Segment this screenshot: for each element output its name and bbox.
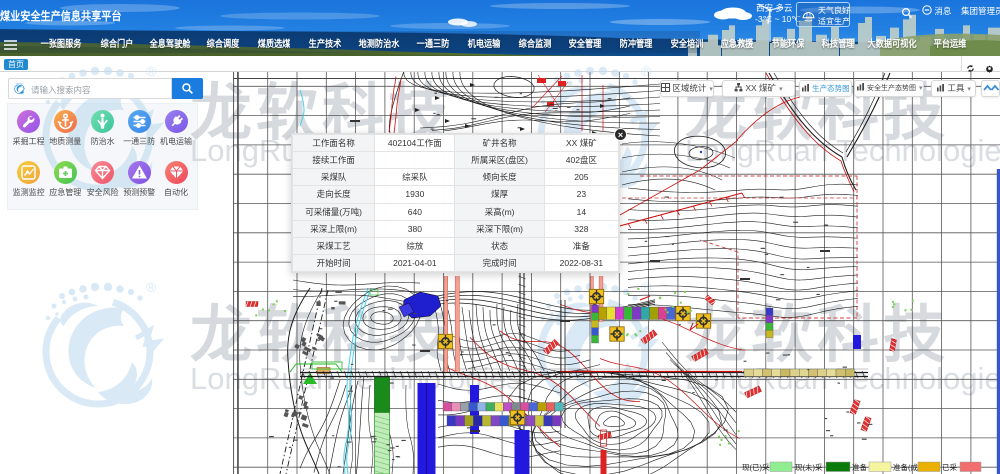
- svg-text:现(已)采: 现(已)采: [742, 462, 770, 472]
- svg-text:已采: 已采: [942, 462, 957, 472]
- svg-text:准备: 准备: [852, 462, 867, 472]
- svg-text:现(未)采: 现(未)采: [795, 462, 823, 472]
- svg-text:准备(成): 准备(成): [893, 462, 921, 472]
